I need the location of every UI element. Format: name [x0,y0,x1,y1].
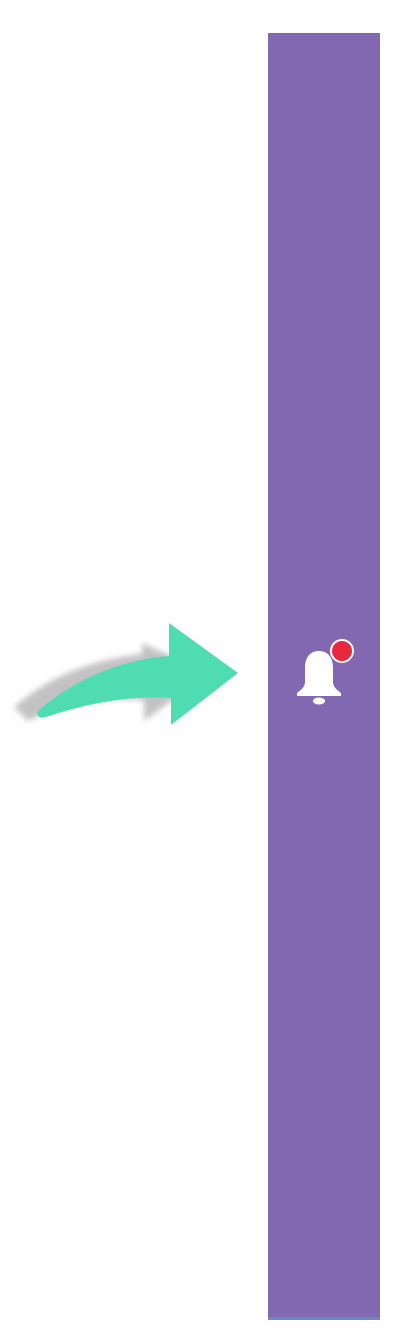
notification-button[interactable] [292,635,362,711]
side-panel [268,33,380,1320]
panel-bottom-edge [268,1317,380,1320]
notification-badge [330,639,354,663]
curved-arrow-right-icon [14,623,238,725]
